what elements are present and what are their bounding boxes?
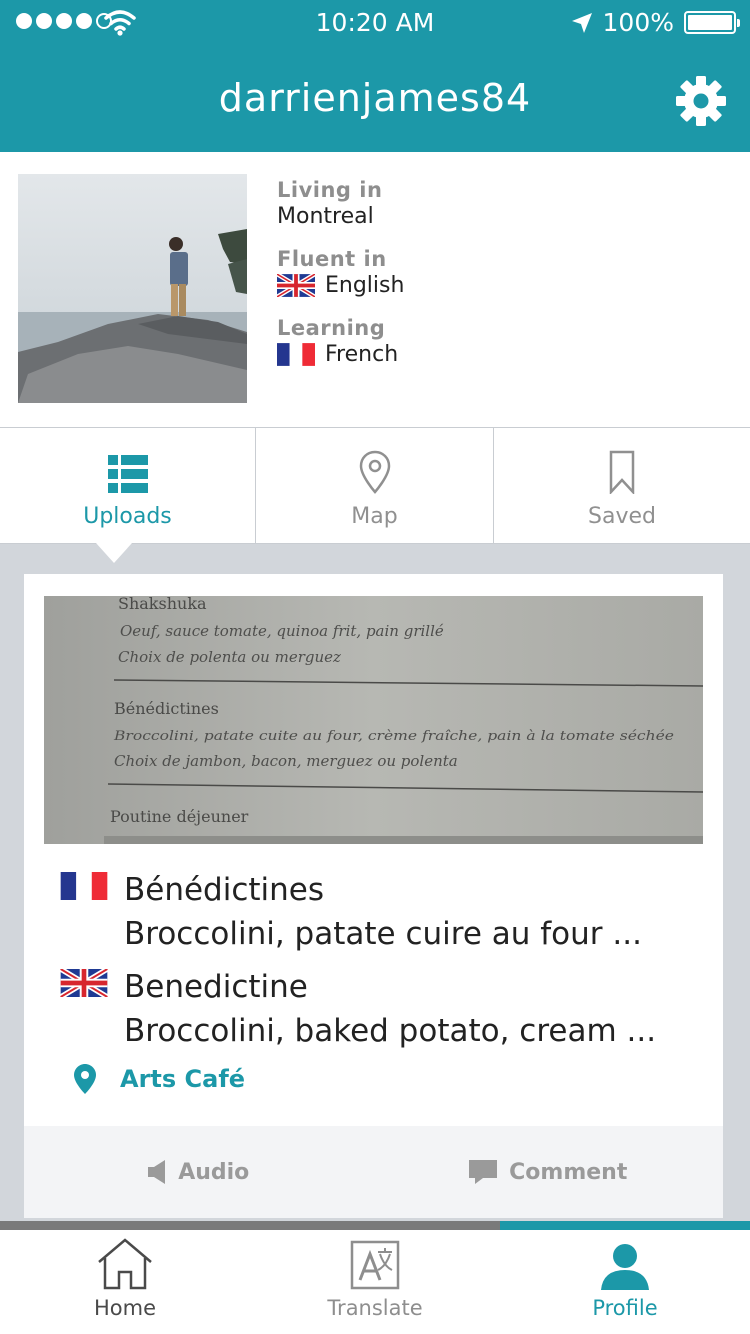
tab-profile[interactable]: Profile <box>500 1230 750 1334</box>
profile-tabs: Uploads Map Saved <box>0 428 750 544</box>
living-label: Living in <box>277 178 383 202</box>
scroll-progress-fill <box>500 1221 750 1230</box>
menu-line-5: Broccolini, patate cuite au four, crème … <box>113 729 675 744</box>
menu-line-3: Choix de polenta ou merguez <box>118 648 341 666</box>
france-flag-icon <box>277 343 315 366</box>
place-name: Arts Café <box>120 1065 246 1093</box>
audio-button[interactable]: Audio <box>24 1126 374 1218</box>
status-bar: 10:20 AM 100% <box>0 0 750 48</box>
page-title: darrienjames84 <box>218 76 532 120</box>
original-title: Bénédictines <box>124 872 325 908</box>
menu-line-1: Shakshuka <box>118 596 207 613</box>
menu-line-7: Poutine déjeuner <box>110 807 249 826</box>
fluent-value: English <box>325 273 405 298</box>
tab-uploads[interactable]: Uploads <box>0 428 256 543</box>
bottom-tab-bar: Home Translate Profile <box>0 1230 750 1334</box>
tab-map[interactable]: Map <box>256 428 494 543</box>
translated-entry: Benedictine Broccolini, baked potato, cr… <box>60 965 704 1053</box>
active-tab-pointer <box>96 543 132 563</box>
tab-home[interactable]: Home <box>0 1230 250 1334</box>
profile-card: Living in Montreal Fluent in English Lea… <box>0 152 750 428</box>
france-flag-icon <box>60 872 108 900</box>
comment-icon <box>469 1160 498 1184</box>
comment-button[interactable]: Comment <box>374 1126 724 1218</box>
bookmark-icon <box>609 450 635 494</box>
list-icon <box>107 455 148 493</box>
translated-title: Benedictine <box>124 969 308 1005</box>
gear-icon[interactable] <box>674 74 728 128</box>
uk-flag-icon <box>60 969 108 997</box>
menu-line-2: Oeuf, sauce tomate, quinoa frit, pain gr… <box>120 622 444 640</box>
card-actions: Audio Comment <box>24 1126 723 1218</box>
upload-card[interactable]: Shakshuka Oeuf, sauce tomate, quinoa fri… <box>24 574 723 1218</box>
tab-translate[interactable]: Translate <box>250 1230 500 1334</box>
profile-photo <box>18 174 247 403</box>
place-link[interactable]: Arts Café <box>74 1064 245 1094</box>
tab-saved[interactable]: Saved <box>494 428 750 543</box>
map-pin-icon <box>74 1064 96 1094</box>
learning-value: French <box>325 342 399 367</box>
original-entry: Bénédictines Broccolini, patate cuire au… <box>60 868 704 956</box>
profile-icon <box>601 1244 649 1290</box>
living-value: Montreal <box>277 204 374 229</box>
app-header: 10:20 AM 100% darrienjames84 <box>0 0 750 152</box>
map-pin-icon <box>359 450 390 494</box>
menu-line-4: Bénédictines <box>114 699 219 718</box>
tab-saved-label: Saved <box>588 504 656 529</box>
menu-line-6: Choix de jambon, bacon, merguez ou polen… <box>114 752 458 770</box>
tab-map-label: Map <box>351 504 398 529</box>
battery-icon <box>684 11 740 34</box>
fluent-label: Fluent in <box>277 247 387 271</box>
comment-label: Comment <box>509 1159 628 1185</box>
translated-text: Broccolini, baked potato, cream ... <box>124 1013 657 1049</box>
tab-uploads-label: Uploads <box>83 504 172 529</box>
battery-percent: 100% <box>602 8 674 37</box>
translate-icon <box>350 1240 400 1290</box>
audio-label: Audio <box>178 1159 250 1185</box>
menu-photo[interactable]: Shakshuka Oeuf, sauce tomate, quinoa fri… <box>44 596 703 844</box>
tab-translate-label: Translate <box>327 1296 423 1320</box>
speaker-icon <box>148 1160 166 1184</box>
original-text: Broccolini, patate cuire au four ... <box>124 916 642 952</box>
tab-profile-label: Profile <box>592 1296 658 1320</box>
learning-label: Learning <box>277 316 386 340</box>
location-arrow-icon <box>571 12 592 33</box>
tab-home-label: Home <box>93 1296 156 1320</box>
scroll-progress <box>0 1221 750 1230</box>
uk-flag-icon <box>277 274 315 297</box>
home-icon <box>98 1238 152 1290</box>
